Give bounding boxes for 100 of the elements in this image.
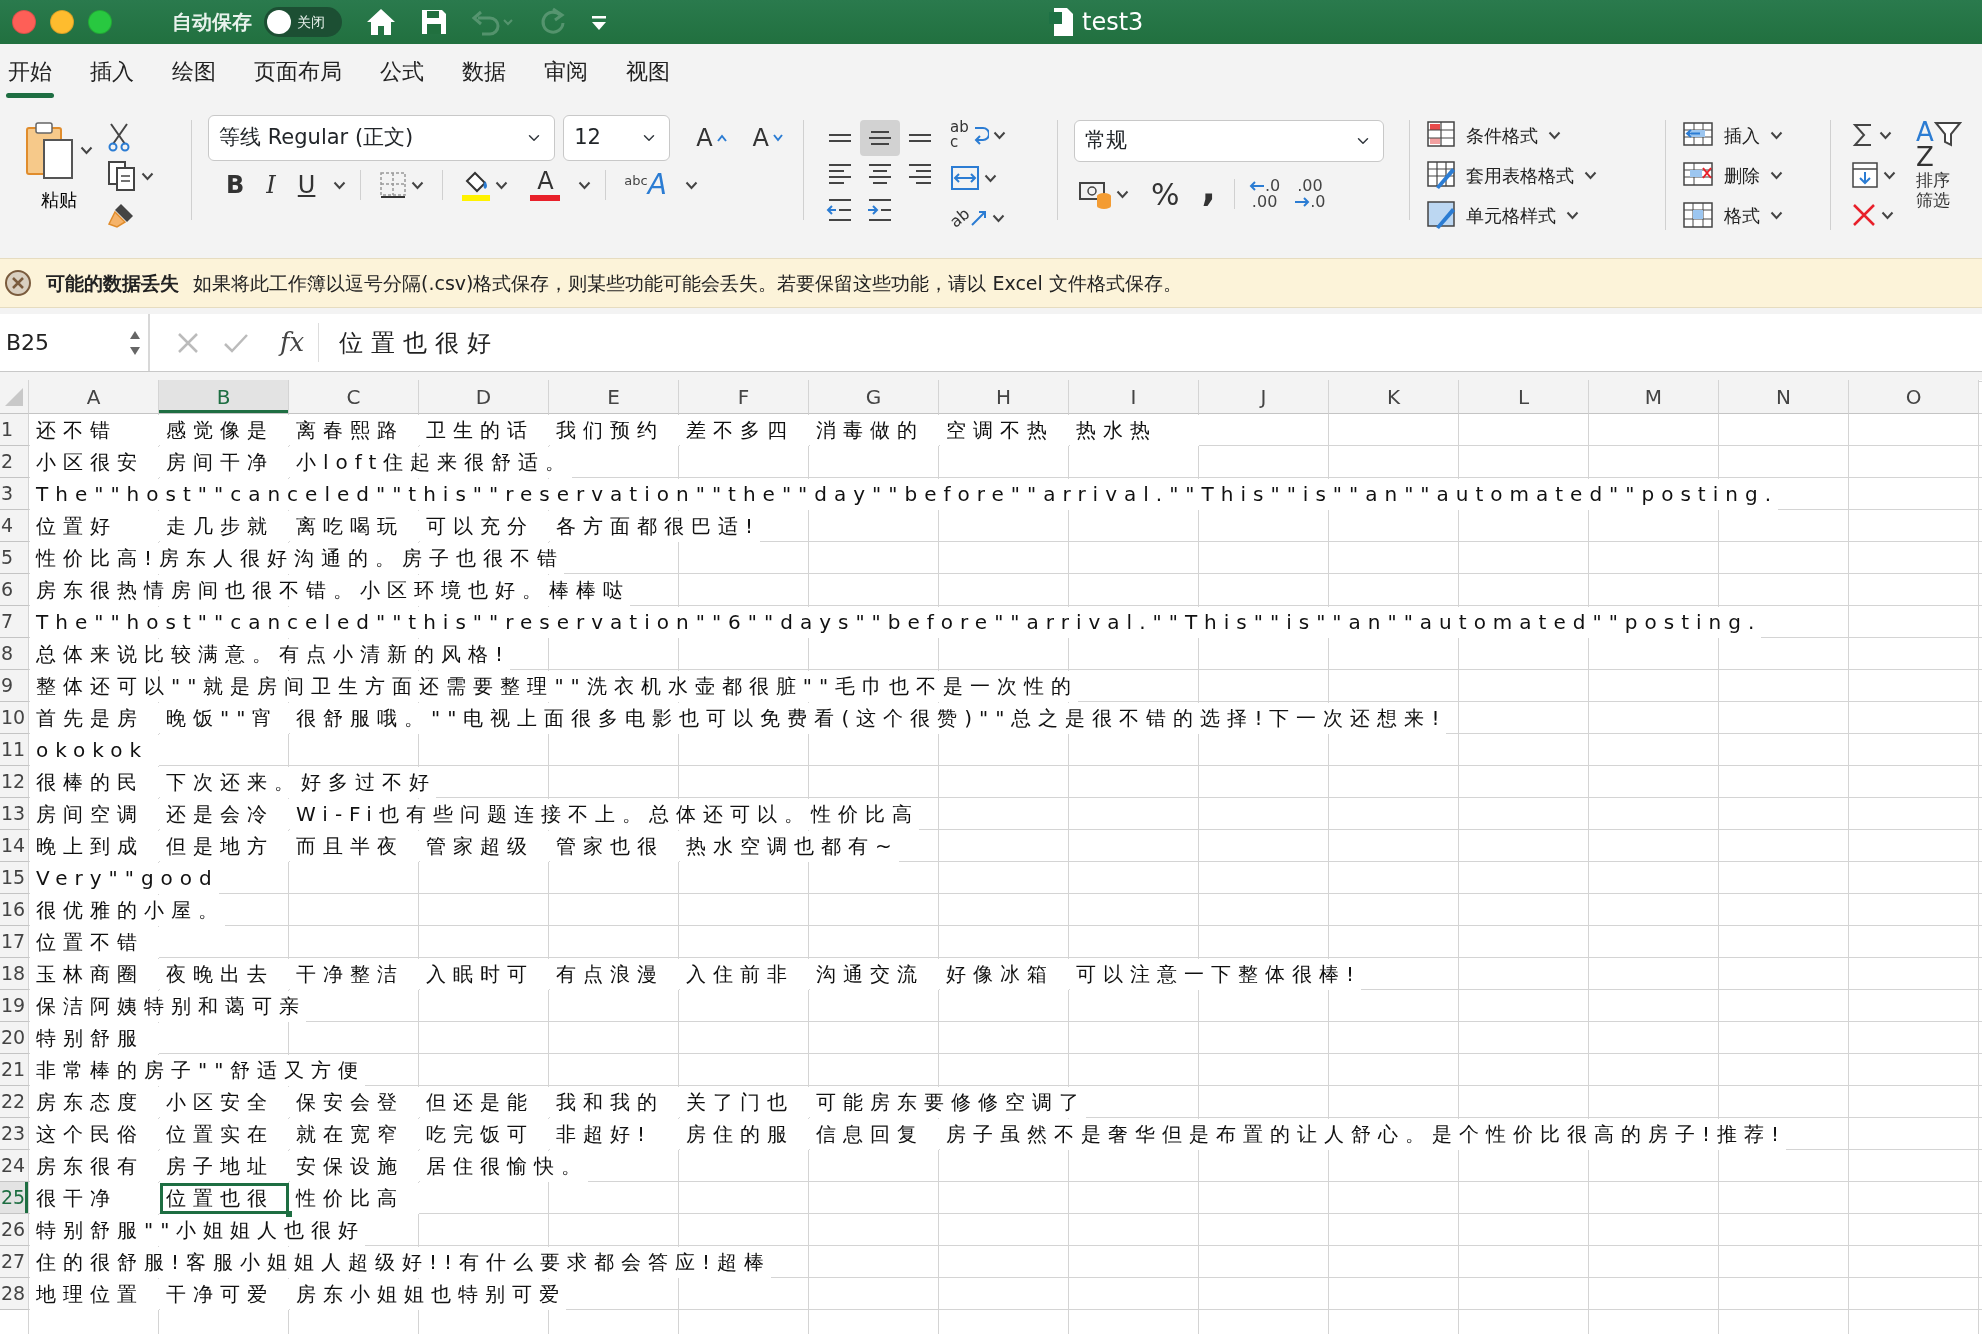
caret-icon[interactable]	[991, 213, 1005, 223]
caret-icon[interactable]	[1883, 170, 1896, 180]
table-cell[interactable]: 地理位置	[30, 1279, 159, 1310]
row-number[interactable]: 8	[0, 638, 29, 670]
column-header[interactable]: J	[1199, 380, 1329, 414]
table-cell[interactable]: 保安会登	[290, 1087, 419, 1118]
row-number[interactable]: 18	[0, 958, 29, 990]
table-cell[interactable]: The""host""canceled""this""reservation""the""day""before""arrival.""This""is""an""automated""posting.	[30, 479, 1778, 510]
table-cell[interactable]: 性价比高!房东人很好沟通的。房子也很不错	[30, 543, 565, 574]
sort-filter-button[interactable]: A Z 排序 筛选	[1916, 120, 1962, 220]
row-number[interactable]: 11	[0, 734, 29, 766]
row-number[interactable]: 13	[0, 798, 29, 830]
table-cell[interactable]: 很优雅的小屋。	[30, 895, 225, 926]
copy-icon[interactable]	[107, 160, 137, 192]
row-number[interactable]: 23	[0, 1118, 29, 1150]
table-cell[interactable]: 离春熙路	[290, 415, 419, 446]
autosave-toggle[interactable]: 关闭	[264, 7, 342, 37]
row-number[interactable]: 3	[0, 478, 29, 510]
row-number[interactable]: 4	[0, 510, 29, 542]
zoom-button[interactable]	[88, 10, 112, 34]
borders-icon[interactable]	[379, 171, 408, 199]
caret-icon[interactable]	[578, 180, 592, 190]
row-number[interactable]: 7	[0, 606, 29, 638]
row-number[interactable]: 25	[0, 1182, 29, 1214]
table-cell[interactable]: 还不错	[30, 415, 159, 446]
caret-icon[interactable]	[684, 180, 698, 190]
fill-down-icon[interactable]	[1851, 161, 1879, 189]
table-cell[interactable]: 小区很安	[30, 447, 159, 478]
wrap-text-button[interactable]: ab c	[950, 120, 969, 150]
table-cell[interactable]: 感觉像是	[160, 415, 289, 446]
row-number[interactable]: 27	[0, 1246, 29, 1278]
table-cell[interactable]: 特别舒服	[30, 1023, 159, 1054]
comma-style-button[interactable]: ,	[1197, 167, 1220, 221]
shrink-font-button[interactable]: A	[748, 118, 787, 158]
table-cell[interactable]: 热水热	[1070, 415, 1199, 446]
scissors-icon[interactable]	[107, 122, 131, 152]
table-cell[interactable]: 走几步就	[160, 511, 289, 542]
row-number[interactable]: 10	[0, 702, 29, 734]
table-cell[interactable]: 位置不错	[30, 927, 159, 958]
table-cell[interactable]: 管家超级	[420, 831, 549, 862]
column-header[interactable]: D	[419, 380, 549, 414]
insert-function-button[interactable]: fx	[266, 323, 320, 362]
paste-button[interactable]: 粘贴	[24, 120, 93, 220]
caret-icon[interactable]	[1770, 170, 1783, 180]
caret-icon[interactable]	[1548, 130, 1561, 140]
table-cell[interactable]: 这个民俗	[30, 1119, 159, 1150]
table-cell[interactable]: 住的很舒服!客服小姐姐人超级好!!有什么要求都会答应!超棒	[30, 1247, 772, 1278]
underline-button[interactable]: U	[293, 165, 320, 205]
table-cell[interactable]: 可以注意一下整体很棒!	[1070, 959, 1362, 990]
table-cell[interactable]: 很棒的民	[30, 767, 159, 798]
table-cell[interactable]: 房东很有	[30, 1151, 159, 1182]
percent-button[interactable]: %	[1147, 169, 1184, 219]
column-header[interactable]: C	[289, 380, 419, 414]
table-cell[interactable]: 还是会冷	[160, 799, 289, 830]
table-cell[interactable]: 可以充分	[420, 511, 549, 542]
align-middle-button[interactable]	[860, 120, 900, 156]
table-cell[interactable]: 很干净	[30, 1183, 159, 1214]
column-header[interactable]: G	[809, 380, 939, 414]
table-cell[interactable]: 房东态度	[30, 1087, 159, 1118]
table-cell[interactable]: Very""good	[30, 863, 219, 894]
table-cell[interactable]: 很舒服哦。""电视上面很多电影也可以免费看(这个很赞)""总之是很不错的选择!下一次还想来!	[290, 703, 1447, 734]
caret-icon[interactable]	[1770, 130, 1783, 140]
font-color-button[interactable]: A	[526, 167, 565, 203]
row-number[interactable]: 16	[0, 894, 29, 926]
row-number[interactable]: 26	[0, 1214, 29, 1246]
table-cell[interactable]: 居住很愉快。	[420, 1151, 588, 1182]
insert-cells-button[interactable]: 插入	[1682, 120, 1814, 150]
table-cell[interactable]: 房间干净	[160, 447, 289, 478]
table-cell[interactable]: 首先是房	[30, 703, 159, 734]
row-number[interactable]: 19	[0, 990, 29, 1022]
row-number[interactable]: 15	[0, 862, 29, 894]
caret-icon[interactable]	[1770, 210, 1783, 220]
column-header[interactable]: L	[1459, 380, 1589, 414]
warning-close-icon[interactable]	[4, 269, 32, 297]
table-cell[interactable]: 玉林商圈	[30, 959, 159, 990]
bold-button[interactable]: B	[222, 165, 249, 205]
table-cell[interactable]: 小区安全	[160, 1087, 289, 1118]
table-cell[interactable]: 保洁阿姨特别和蔼可亲	[30, 991, 306, 1022]
table-cell[interactable]: 房东很热情房间也很不错。小区环境也好。棒棒哒	[30, 575, 630, 606]
table-cell[interactable]: 空调不热	[940, 415, 1069, 446]
caret-icon[interactable]	[495, 180, 509, 190]
table-cell[interactable]: 消毒做的	[810, 415, 939, 446]
column-header[interactable]: E	[549, 380, 679, 414]
row-number[interactable]: 6	[0, 574, 29, 606]
table-cell[interactable]: 总体来说比较满意。有点小清新的风格!	[30, 639, 511, 670]
table-cell[interactable]: 入住前非	[680, 959, 809, 990]
column-header[interactable]: H	[939, 380, 1069, 414]
table-cell[interactable]: 吃完饭可	[420, 1119, 549, 1150]
table-cell[interactable]: 房东小姐姐也特别可爱	[290, 1279, 566, 1310]
font-size-dropdown[interactable]: 12	[563, 115, 671, 161]
clear-icon[interactable]	[1851, 202, 1877, 228]
table-cell[interactable]: 可能房东要修修空调了	[810, 1087, 1086, 1118]
table-cell[interactable]: 干净可爱	[160, 1279, 289, 1310]
caret-icon[interactable]	[1879, 130, 1892, 140]
table-cell[interactable]: 小loft住起来很舒适。	[290, 447, 573, 478]
delete-cells-button[interactable]: 删除	[1682, 160, 1814, 190]
decrease-decimal-button[interactable]: .0 .00	[1248, 178, 1281, 210]
table-cell[interactable]: 入眠时可	[420, 959, 549, 990]
caret-icon[interactable]	[411, 180, 425, 190]
row-number[interactable]: 24	[0, 1150, 29, 1182]
